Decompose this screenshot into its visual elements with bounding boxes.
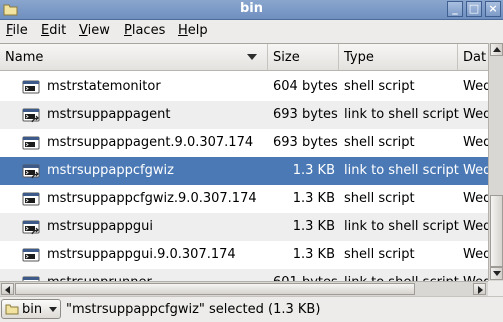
script-icon bbox=[22, 135, 40, 151]
script-icon bbox=[22, 247, 40, 263]
file-date: Wed bbox=[463, 191, 488, 206]
sort-descending-icon bbox=[247, 54, 257, 60]
script-icon bbox=[22, 79, 40, 95]
location-label: bin bbox=[22, 302, 43, 317]
file-type: link to shell script bbox=[344, 163, 459, 178]
scrollbar-corner bbox=[488, 281, 503, 296]
file-date: Wed bbox=[463, 219, 488, 234]
vertical-scrollbar[interactable] bbox=[488, 43, 503, 281]
arrow-up-icon bbox=[493, 47, 501, 52]
menu-file[interactable]: File bbox=[6, 23, 28, 38]
location-button[interactable]: bin bbox=[1, 299, 61, 319]
status-text: "mstrsuppappcfgwiz" selected (1.3 KB) bbox=[66, 302, 321, 317]
file-name: mstrsuppappagent bbox=[47, 107, 171, 122]
file-date: Wed bbox=[463, 79, 488, 94]
menu-label: iew bbox=[87, 23, 110, 38]
maximize-button[interactable]: □ bbox=[466, 1, 482, 17]
file-name: mstrsuppappagent.9.0.307.174 bbox=[47, 135, 254, 150]
file-name: mstrsuppappcfgwiz.9.0.307.174 bbox=[47, 191, 257, 206]
script-icon bbox=[22, 191, 40, 207]
scroll-down-button[interactable] bbox=[490, 267, 503, 280]
file-name: mstrstatemonitor bbox=[47, 79, 161, 94]
mnemonic: E bbox=[41, 23, 50, 38]
column-header-date[interactable]: Dat bbox=[458, 44, 488, 71]
column-label: Size bbox=[273, 50, 300, 65]
folder-icon bbox=[5, 304, 19, 315]
file-date: Wed bbox=[463, 107, 488, 122]
script-link-icon bbox=[22, 163, 40, 179]
file-date: Wed bbox=[463, 247, 488, 262]
menu-label: ile bbox=[12, 23, 28, 38]
file-date: Wed bbox=[463, 135, 488, 150]
column-label: Type bbox=[344, 50, 374, 65]
file-size: 693 bytes bbox=[273, 107, 338, 122]
file-row[interactable]: mstrsuppappgui.9.0.307.174 1.3 KB shell sc… bbox=[0, 241, 488, 269]
horizontal-scroll-thumb[interactable] bbox=[15, 283, 415, 295]
menu-label: dit bbox=[49, 23, 67, 38]
script-link-icon bbox=[22, 107, 40, 123]
file-size: 1.3 KB bbox=[292, 191, 335, 206]
file-name: mstrsuppappgui bbox=[47, 219, 153, 234]
menu-edit[interactable]: Edit bbox=[41, 23, 66, 38]
title-bar: bin _ □ × bbox=[0, 0, 503, 20]
menu-bar: File Edit View Places Help bbox=[0, 20, 503, 42]
column-label: Name bbox=[5, 50, 44, 65]
scroll-right-button[interactable] bbox=[473, 283, 486, 295]
file-type: shell script bbox=[344, 79, 415, 94]
chevron-down-icon bbox=[49, 307, 57, 312]
column-header-size[interactable]: Size bbox=[268, 44, 339, 71]
mnemonic: P bbox=[124, 23, 132, 38]
file-size: 1.3 KB bbox=[292, 247, 335, 262]
column-label: Dat bbox=[463, 50, 487, 65]
horizontal-scrollbar[interactable] bbox=[0, 281, 488, 296]
mnemonic: V bbox=[79, 23, 88, 38]
window-title: bin bbox=[239, 1, 264, 16]
close-button[interactable]: × bbox=[485, 1, 501, 17]
file-type: link to shell script bbox=[344, 219, 459, 234]
file-row[interactable]: mstrsuppappgui 1.3 KB link to shell script… bbox=[0, 213, 488, 241]
file-size: 604 bytes bbox=[273, 79, 338, 94]
file-size: 693 bytes bbox=[273, 135, 338, 150]
scroll-left-button[interactable] bbox=[1, 283, 14, 295]
arrow-right-icon bbox=[478, 286, 483, 294]
menu-label: laces bbox=[131, 23, 166, 38]
mnemonic: H bbox=[178, 23, 188, 38]
menu-help[interactable]: Help bbox=[178, 23, 208, 38]
file-date: Wed bbox=[463, 163, 488, 178]
vertical-scroll-thumb[interactable] bbox=[490, 195, 503, 267]
scroll-up-button[interactable] bbox=[490, 43, 503, 56]
column-header-type[interactable]: Type bbox=[339, 44, 458, 71]
script-link-icon bbox=[22, 219, 40, 235]
file-type: shell script bbox=[344, 247, 415, 262]
file-row[interactable]: mstrsuppappcfgwiz.9.0.307.174 1.3 KB shell… bbox=[0, 185, 488, 213]
file-row[interactable]: mstrstatemonitor 604 bytes shell script Wed bbox=[0, 73, 488, 101]
arrow-left-icon bbox=[5, 286, 10, 294]
minimize-button[interactable]: _ bbox=[447, 1, 463, 17]
file-name: mstrsuppappgui.9.0.307.174 bbox=[47, 247, 236, 262]
file-type: link to shell script bbox=[344, 107, 459, 122]
file-row[interactable]: mstrsuppappagent 693 bytes link to shell s… bbox=[0, 101, 488, 129]
file-type: shell script bbox=[344, 191, 415, 206]
menu-view[interactable]: View bbox=[79, 23, 110, 38]
file-size: 1.3 KB bbox=[292, 163, 335, 178]
file-list[interactable]: Name Size Type Dat mstrstatemonitor 604 b… bbox=[0, 43, 503, 297]
file-type: shell script bbox=[344, 135, 415, 150]
file-size: 1.3 KB bbox=[292, 219, 335, 234]
status-bar: bin "mstrsuppappcfgwiz" selected (1.3 KB… bbox=[0, 296, 503, 322]
column-header-name[interactable]: Name bbox=[0, 44, 268, 71]
file-row[interactable]: mstrsuppappcfgwiz 1.3 KB link to shell scr… bbox=[0, 157, 488, 185]
arrow-down-icon bbox=[493, 271, 501, 276]
menu-label: elp bbox=[187, 23, 208, 38]
file-row[interactable]: mstrsuppappagent.9.0.307.174 693 bytes she… bbox=[0, 129, 488, 157]
file-name: mstrsuppappcfgwiz bbox=[47, 163, 174, 178]
menu-places[interactable]: Places bbox=[124, 23, 165, 38]
